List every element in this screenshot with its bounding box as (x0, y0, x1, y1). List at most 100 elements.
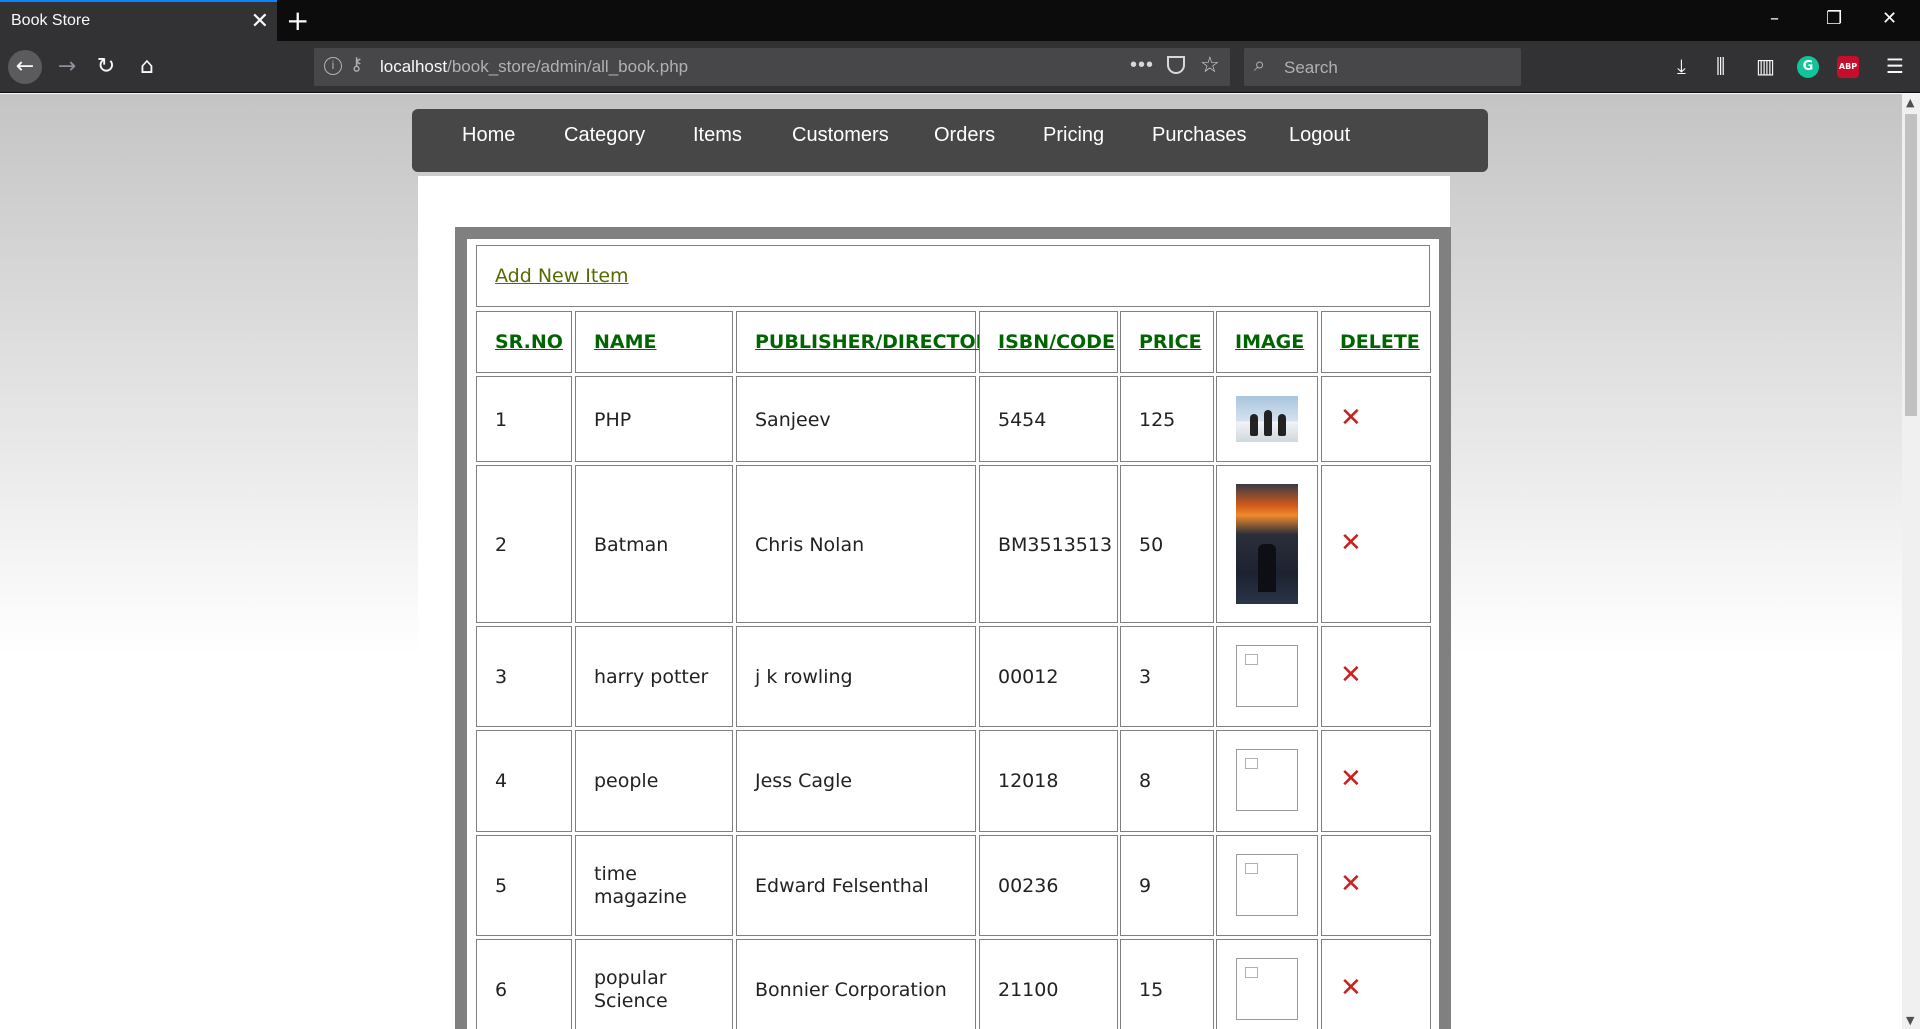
url-host: localhost (380, 57, 448, 76)
tab-close-icon[interactable]: ✕ (251, 8, 269, 34)
sort-isbn-link[interactable]: ISBN/CODE (998, 331, 1115, 353)
url-path: /book_store/admin/all_book.php (447, 57, 689, 76)
sidebar-icon[interactable]: ▥ (1756, 54, 1775, 78)
penguins-thumbnail (1236, 396, 1298, 442)
browser-tab-bar: Book Store ✕ + – ❐ ✕ (0, 0, 1920, 41)
sort-publisher-link[interactable]: PUBLISHER/DIRECTOR (755, 331, 990, 353)
table-row-4-delete: ✕ (1321, 730, 1431, 832)
cell-text: Chris Nolan (755, 534, 865, 556)
table-row-2-image (1216, 465, 1318, 623)
search-placeholder: Search (1284, 58, 1338, 77)
cell-text: 50 (1139, 534, 1164, 556)
broken-image-icon (1236, 645, 1298, 707)
site-info-icon[interactable]: i (324, 57, 342, 75)
table-row-2-name: Batman (575, 465, 733, 623)
add-new-item-link[interactable]: Add New Item (495, 265, 629, 287)
menu-item-items[interactable]: Items (693, 124, 742, 147)
cell-text: 8 (1139, 770, 1152, 792)
menu-item-purchases[interactable]: Purchases (1152, 124, 1247, 147)
url-text[interactable]: localhost/book_store/admin/all_book.php (380, 57, 688, 77)
cell-text: Batman (594, 534, 669, 556)
table-row-3-sr: 3 (476, 626, 572, 727)
table-row-4-name: people (575, 730, 733, 832)
scroll-down-icon[interactable]: ▼ (1906, 1014, 1914, 1027)
address-bar[interactable]: i ⚷ localhost/book_store/admin/all_book.… (314, 48, 1230, 86)
grammarly-icon[interactable]: G (1797, 56, 1819, 78)
browser-tab[interactable]: Book Store ✕ (0, 0, 277, 41)
search-input[interactable]: ⌕ Search (1244, 48, 1521, 86)
cell-text: 2 (495, 534, 508, 556)
hamburger-menu-icon[interactable]: ☰ (1886, 54, 1904, 78)
cell-text: harry potter (594, 666, 709, 688)
delete-icon[interactable]: ✕ (1340, 973, 1362, 1003)
page-scrollbar[interactable]: ▲ ▼ (1902, 94, 1920, 1029)
browser-toolbar: ← → ↻ ⌂ i ⚷ localhost/book_store/admin/a… (0, 41, 1920, 93)
page-actions-icon[interactable]: ••• (1130, 54, 1154, 77)
cell-text: 125 (1139, 409, 1176, 431)
table-row-5-delete: ✕ (1321, 835, 1431, 936)
bookmark-star-icon[interactable]: ☆ (1200, 52, 1220, 78)
cell-text: 5454 (998, 409, 1047, 431)
menu-item-orders[interactable]: Orders (934, 124, 995, 147)
key-icon[interactable]: ⚷ (350, 54, 363, 75)
cell-text: Bonnier Corporation (755, 979, 947, 1001)
cell-text: j k rowling (755, 666, 853, 688)
sort-image-link[interactable]: IMAGE (1235, 331, 1304, 353)
scrollbar-thumb[interactable] (1905, 114, 1917, 416)
menu-item-logout[interactable]: Logout (1289, 124, 1350, 147)
menu-item-home[interactable]: Home (462, 124, 515, 147)
download-icon[interactable]: ⤓ (1677, 54, 1686, 78)
menu-item-customers[interactable]: Customers (792, 124, 889, 147)
pocket-icon[interactable] (1167, 56, 1185, 74)
library-icon[interactable]: ⫼ (1716, 54, 1725, 78)
header-name: NAME (575, 311, 733, 373)
adblock-icon[interactable]: ABP (1837, 56, 1859, 78)
window-close-icon[interactable]: ✕ (1882, 8, 1897, 29)
cell-text: PHP (594, 409, 632, 431)
sort-delete-link[interactable]: DELETE (1340, 331, 1420, 353)
delete-icon[interactable]: ✕ (1340, 528, 1362, 558)
sort-sr-no-link[interactable]: SR.NO (495, 331, 563, 353)
menu-item-category[interactable]: Category (564, 124, 645, 147)
main-menu: Home Category Items Customers Orders Pri… (412, 109, 1488, 172)
restore-icon[interactable]: ❐ (1826, 8, 1842, 29)
cell-text: popular Science (594, 967, 668, 1012)
delete-icon[interactable]: ✕ (1340, 869, 1362, 899)
cell-text: 6 (495, 979, 508, 1001)
table-row-2-delete: ✕ (1321, 465, 1431, 623)
cell-text: 21100 (998, 979, 1059, 1001)
scroll-up-icon[interactable]: ▲ (1906, 96, 1914, 109)
delete-icon[interactable]: ✕ (1340, 660, 1362, 690)
cell-text: 00236 (998, 875, 1059, 897)
cell-text: 1 (495, 409, 508, 431)
header-isbn: ISBN/CODE (979, 311, 1118, 373)
back-arrow-icon[interactable]: ← (8, 50, 42, 84)
menu-item-pricing[interactable]: Pricing (1043, 124, 1104, 147)
delete-icon[interactable]: ✕ (1340, 764, 1362, 794)
delete-icon[interactable]: ✕ (1340, 403, 1362, 433)
table-row-4-image (1216, 730, 1318, 832)
cell-text: 3 (495, 666, 508, 688)
table-row-1-image (1216, 376, 1318, 462)
table-row-6-image (1216, 939, 1318, 1029)
table-row-3-price: 3 (1120, 626, 1214, 727)
forward-arrow-icon[interactable]: → (50, 50, 84, 84)
cell-text: 5 (495, 875, 508, 897)
cell-text: people (594, 770, 659, 792)
table-row-6-sr: 6 (476, 939, 572, 1029)
table-row-1-name: PHP (575, 376, 733, 462)
cell-text: 00012 (998, 666, 1059, 688)
table-row-5-publisher: Edward Felsenthal (736, 835, 976, 936)
home-icon[interactable]: ⌂ (130, 50, 164, 84)
sort-price-link[interactable]: PRICE (1139, 331, 1202, 353)
cell-text: 3 (1139, 666, 1152, 688)
batman-poster-thumbnail (1236, 484, 1298, 604)
table-row-4-sr: 4 (476, 730, 572, 832)
table-row-6-name: popular Science (575, 939, 733, 1029)
table-row-5-isbn: 00236 (979, 835, 1118, 936)
new-tab-icon[interactable]: + (286, 4, 309, 37)
sort-name-link[interactable]: NAME (594, 331, 657, 353)
reload-icon[interactable]: ↻ (89, 50, 123, 84)
table-row-2-sr: 2 (476, 465, 572, 623)
minimize-icon[interactable]: – (1770, 8, 1779, 29)
